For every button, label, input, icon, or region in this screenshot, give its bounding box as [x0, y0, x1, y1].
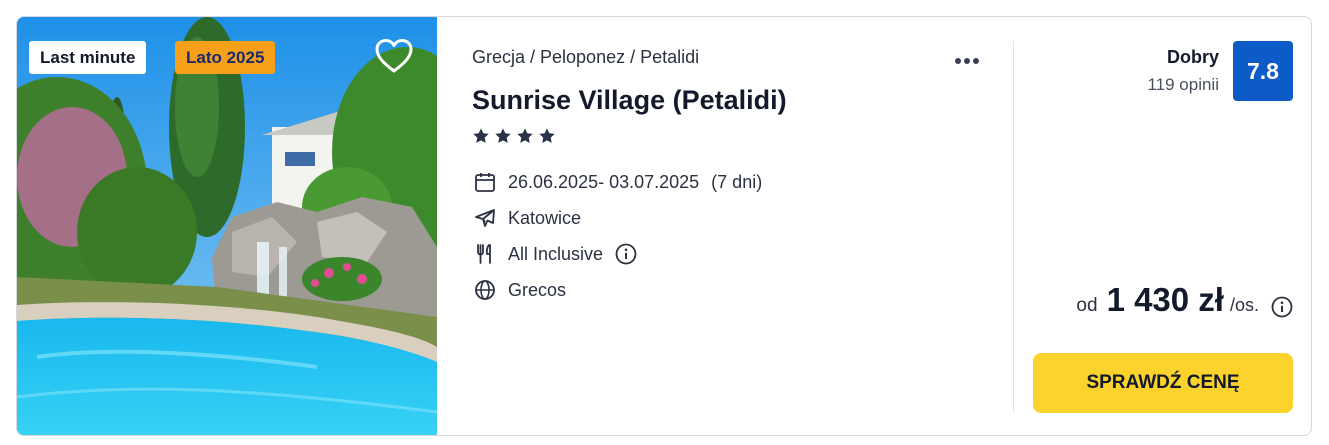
price-unit: /os.	[1229, 295, 1259, 315]
rating-label: Dobry	[1166, 47, 1219, 67]
cutlery-icon	[472, 241, 498, 267]
offer-info: Grecja / Peloponez / Petalidi Sunrise Vi…	[472, 17, 1012, 435]
operator-text: Grecos	[508, 279, 567, 300]
star-icon	[473, 128, 489, 143]
last-minute-badge: Last minute	[29, 41, 147, 74]
column-divider	[1013, 41, 1014, 413]
price-prefix: od	[1076, 295, 1098, 316]
calendar-icon	[472, 169, 498, 195]
price-amount: 1 430 zł	[1106, 281, 1224, 318]
departure-city: Katowice	[472, 205, 581, 231]
board-text: All Inclusive	[508, 243, 604, 264]
price-info-icon[interactable]	[1271, 296, 1293, 318]
season-badge: Lato 2025	[175, 41, 276, 74]
departure-text: Katowice	[508, 207, 582, 228]
globe-icon	[472, 277, 498, 303]
breadcrumb: Grecja / Peloponez / Petalidi	[472, 47, 700, 67]
hotel-photo-scene	[17, 17, 437, 435]
star-icon	[495, 128, 511, 143]
price-block: od 1 430 zł /os.	[1076, 281, 1259, 319]
duration-text: (7 dni)	[711, 171, 763, 192]
plane-icon	[472, 205, 498, 231]
reviews-count[interactable]: 119 opinii	[1147, 75, 1219, 95]
check-price-button[interactable]: SPRAWDŹ CENĘ	[1033, 353, 1293, 413]
more-dots-icon[interactable]	[955, 51, 987, 65]
hotel-name[interactable]: Sunrise Village (Petalidi)	[472, 85, 787, 116]
dates-text: 26.06.2025- 03.07.2025	[508, 171, 700, 192]
travel-dates: 26.06.2025- 03.07.2025 (7 dni)	[472, 169, 762, 195]
info-icon[interactable]	[615, 243, 637, 265]
star-icon	[539, 128, 555, 143]
board-type: All Inclusive	[472, 241, 637, 267]
tour-operator: Grecos	[472, 277, 566, 303]
offer-card[interactable]: Last minute Lato 2025 Grecja / Peloponez…	[16, 16, 1312, 436]
hotel-photo[interactable]: Last minute Lato 2025	[17, 17, 437, 435]
rating-score-badge: 7.8	[1233, 41, 1293, 101]
star-icon	[517, 128, 533, 143]
hotel-stars	[472, 127, 556, 147]
heart-icon[interactable]	[374, 38, 414, 74]
